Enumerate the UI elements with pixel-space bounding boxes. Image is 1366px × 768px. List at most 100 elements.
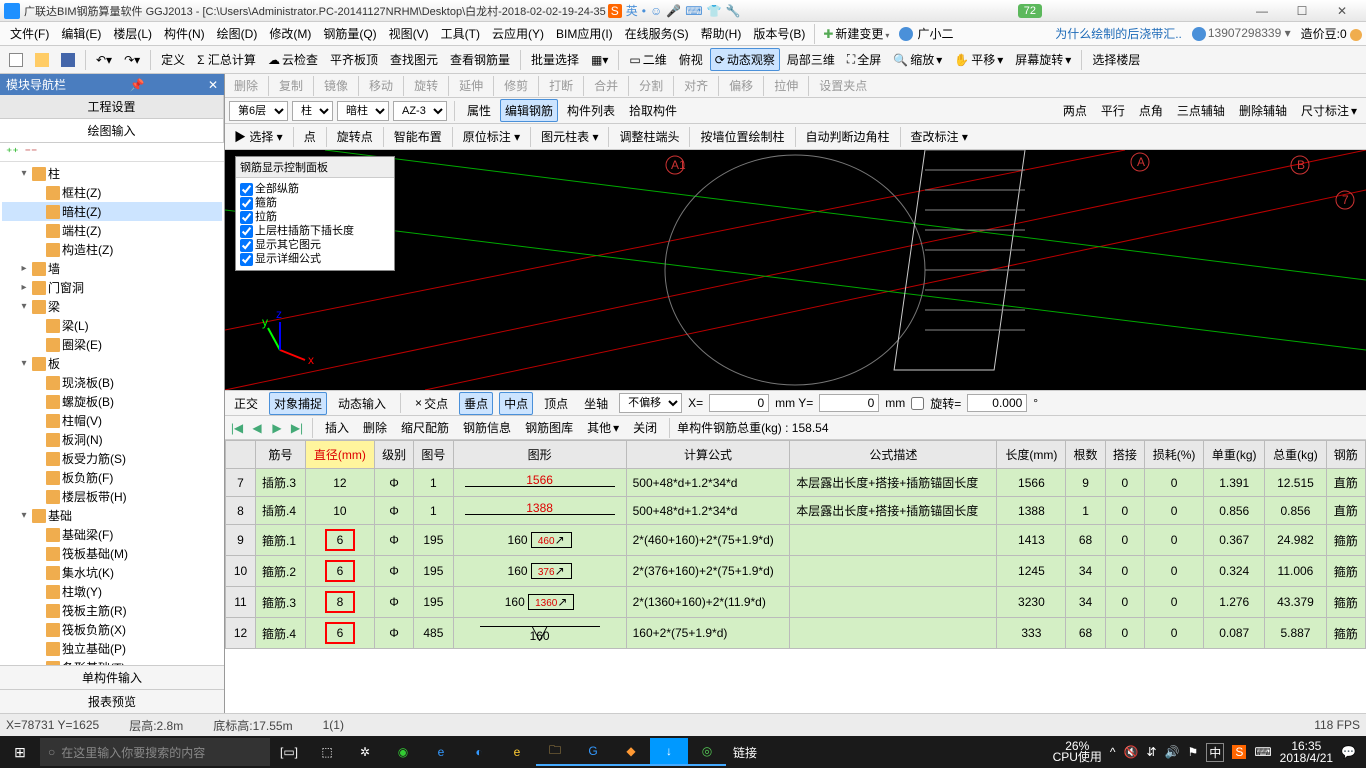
task-app-1[interactable]: ⬚ [308, 738, 346, 766]
cell[interactable]: 68 [1066, 525, 1105, 556]
nav-first-icon[interactable]: |◀ [229, 421, 245, 435]
panel-checkbox[interactable] [240, 197, 253, 210]
delete-aux-button[interactable]: 删除辅轴 [1234, 99, 1292, 122]
menu-item[interactable]: 绘图(D) [211, 23, 264, 44]
top-view-button[interactable]: 俯视 [674, 48, 708, 71]
grid-header[interactable]: 直径(mm) [305, 441, 374, 469]
cell[interactable]: 箍筋 [1326, 587, 1365, 618]
menu-item[interactable]: 帮助(H) [695, 23, 748, 44]
cell[interactable]: 34 [1066, 556, 1105, 587]
tree-node[interactable]: 框柱(Z) [2, 183, 222, 202]
cell[interactable]: 43.379 [1265, 587, 1326, 618]
save-button[interactable] [56, 50, 80, 70]
grid-header[interactable]: 筋号 [256, 441, 306, 469]
batch-more-button[interactable]: ▦▾ [586, 50, 613, 70]
cell[interactable]: 箍筋.1 [256, 525, 306, 556]
grid-header[interactable]: 根数 [1066, 441, 1105, 469]
draw-tool-2[interactable]: 智能布置 [389, 125, 447, 148]
action-6[interactable]: 修剪 [499, 74, 533, 97]
level-top-button[interactable]: 平齐板顶 [325, 48, 383, 71]
rotate-input[interactable] [967, 394, 1027, 412]
cell[interactable]: 0 [1145, 556, 1204, 587]
nav-next-icon[interactable]: ▶ [269, 421, 285, 435]
task-links[interactable]: 链接 [726, 738, 764, 766]
cloud-check-button[interactable]: ☁云检查 [263, 48, 323, 71]
panel-checkbox-row[interactable]: 全部纵筋 [240, 182, 390, 196]
2d-button[interactable]: ▭二维 [624, 48, 671, 71]
tree-collapse-all-icon[interactable]: ⁻⁻ [25, 145, 38, 159]
maximize-button[interactable]: ☐ [1282, 1, 1322, 21]
cell[interactable]: 1 [414, 497, 453, 525]
new-change-button[interactable]: ✚新建变更 [818, 22, 894, 45]
category-combo[interactable]: 柱 [292, 101, 333, 121]
tray-chevron-icon[interactable]: ^ [1110, 745, 1116, 759]
undo-button[interactable]: ↶▾ [91, 50, 117, 70]
tree-node[interactable]: 基础梁(F) [2, 525, 222, 544]
cell[interactable]: Φ [374, 618, 413, 649]
rebar-display-panel[interactable]: 钢筋显示控制面板 全部纵筋箍筋拉筋上层柱插筋下插长度显示其它图元显示详细公式 [235, 156, 395, 271]
dock-close-icon[interactable]: ✕ [208, 78, 218, 92]
draw-tool-6[interactable]: 按墙位置绘制柱 [695, 125, 789, 148]
cell[interactable]: Φ [374, 587, 413, 618]
cell-shape[interactable]: 160 376↗ [453, 556, 626, 587]
taskbar-search[interactable]: ○ 在这里输入你要搜索的内容 [40, 738, 270, 766]
cell[interactable]: 箍筋 [1326, 525, 1365, 556]
cell[interactable]: 0 [1105, 618, 1144, 649]
dyninput-toggle[interactable]: 动态输入 [333, 392, 391, 415]
grid-row[interactable]: 12 箍筋.4 6 Φ 485 ╲160╱ 160+2*(75+1.9*d) 3… [226, 618, 1366, 649]
cell[interactable]: 插筋.3 [256, 469, 306, 497]
zoom-button[interactable]: 🔍缩放▾ [888, 48, 947, 71]
cell[interactable]: 333 [997, 618, 1066, 649]
panel-checkbox[interactable] [240, 225, 253, 238]
menu-item[interactable]: 钢筋量(Q) [317, 23, 382, 44]
cell[interactable]: 0.856 [1265, 497, 1326, 525]
tree-node[interactable]: 板受力筋(S) [2, 449, 222, 468]
tree-node[interactable]: ▾ 板 [2, 354, 222, 373]
grid-header[interactable]: 图形 [453, 441, 626, 469]
draw-tool-4[interactable]: 图元柱表 ▾ [536, 125, 603, 148]
cell[interactable]: 3230 [997, 587, 1066, 618]
cell[interactable]: 0.087 [1204, 618, 1265, 649]
tree-expand-icon[interactable]: ▾ [18, 510, 30, 521]
tree-node[interactable]: 筏板基础(M) [2, 544, 222, 563]
cell-shape[interactable]: 1566 [453, 469, 626, 497]
cell[interactable]: 箍筋.2 [256, 556, 306, 587]
tree-expand-icon[interactable]: ▾ [18, 358, 30, 369]
tree-node[interactable]: 构造柱(Z) [2, 240, 222, 259]
panel-checkbox[interactable] [240, 183, 253, 196]
redo-button[interactable]: ↷▾ [119, 50, 145, 70]
start-button[interactable]: ⊞ [0, 744, 40, 761]
cell[interactable]: 0 [1105, 497, 1144, 525]
3d-viewport[interactable]: 钢筋显示控制面板 全部纵筋箍筋拉筋上层柱插筋下插长度显示其它图元显示详细公式 A… [225, 150, 1366, 390]
draw-tool-0[interactable]: 点 [299, 125, 321, 148]
cell[interactable]: 箍筋 [1326, 556, 1365, 587]
element-combo[interactable]: AZ-3 [393, 101, 447, 121]
tree-expand-icon[interactable]: ▸ [18, 263, 30, 274]
cell[interactable]: 0.367 [1204, 525, 1265, 556]
rotate-checkbox[interactable] [911, 397, 924, 410]
ime-indicator[interactable]: S 英 • ☺ 🎤 ⌨ 👕 🔧 [608, 2, 741, 19]
task-ie[interactable]: e [498, 738, 536, 766]
grid-other-button[interactable]: 其他▾ [582, 416, 624, 439]
grid-insert-button[interactable]: 插入 [320, 416, 354, 439]
cell[interactable]: 160+2*(75+1.9*d) [626, 618, 790, 649]
menu-item[interactable]: 云应用(Y) [486, 23, 550, 44]
grid-row[interactable]: 9 箍筋.1 6 Φ 195 160 460↗ 2*(460+160)+2*(7… [226, 525, 1366, 556]
cell-shape[interactable]: 160 460↗ [453, 525, 626, 556]
tree-node[interactable]: ▸ 门窗洞 [2, 278, 222, 297]
grid-header[interactable] [226, 441, 256, 469]
task-app-4[interactable]: ↓ [650, 738, 688, 766]
panel-checkbox-row[interactable]: 显示其它图元 [240, 238, 390, 252]
tree-node[interactable]: ▸ 墙 [2, 259, 222, 278]
grid-header[interactable]: 级别 [374, 441, 413, 469]
cell[interactable]: 0 [1145, 618, 1204, 649]
tree-node[interactable]: 梁(L) [2, 316, 222, 335]
cell-diameter[interactable]: 6 [305, 618, 374, 649]
offset-combo[interactable]: 不偏移 [619, 393, 682, 413]
cell-diameter[interactable]: 10 [305, 497, 374, 525]
task-view-icon[interactable]: [▭] [270, 738, 308, 766]
cell[interactable]: 1.391 [1204, 469, 1265, 497]
cell[interactable]: 68 [1066, 618, 1105, 649]
cell[interactable]: 195 [414, 525, 453, 556]
tab-draw-input[interactable]: 绘图输入 [0, 119, 224, 143]
